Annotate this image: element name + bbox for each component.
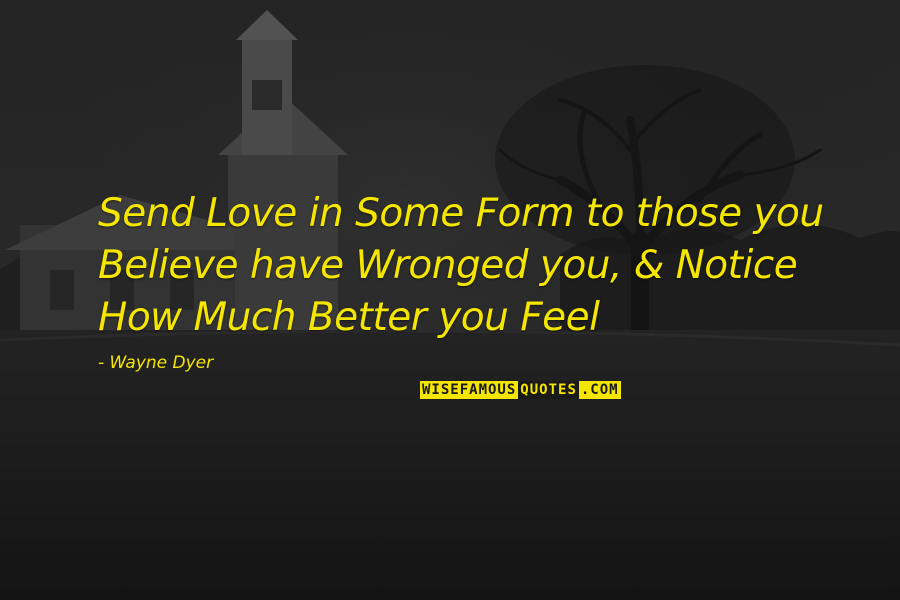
quote-line: How Much Better you Feel (98, 295, 600, 340)
quote-line: Send Love in Some Form to those you (98, 191, 824, 236)
quote-author: - Wayne Dyer (98, 353, 214, 373)
quote-line: Believe have Wronged you, & Notice (98, 243, 798, 288)
brand-part-com: .COM (578, 381, 621, 399)
brand-part-quotes: QUOTES (518, 381, 579, 399)
brand-watermark: WISEFAMOUS QUOTES .COM (420, 381, 621, 399)
brand-part-wisefamous: WISEFAMOUS (420, 381, 519, 399)
quote-text: Send Love in Some Form to those you Beli… (98, 188, 878, 344)
quote-card: Send Love in Some Form to those you Beli… (0, 0, 900, 600)
